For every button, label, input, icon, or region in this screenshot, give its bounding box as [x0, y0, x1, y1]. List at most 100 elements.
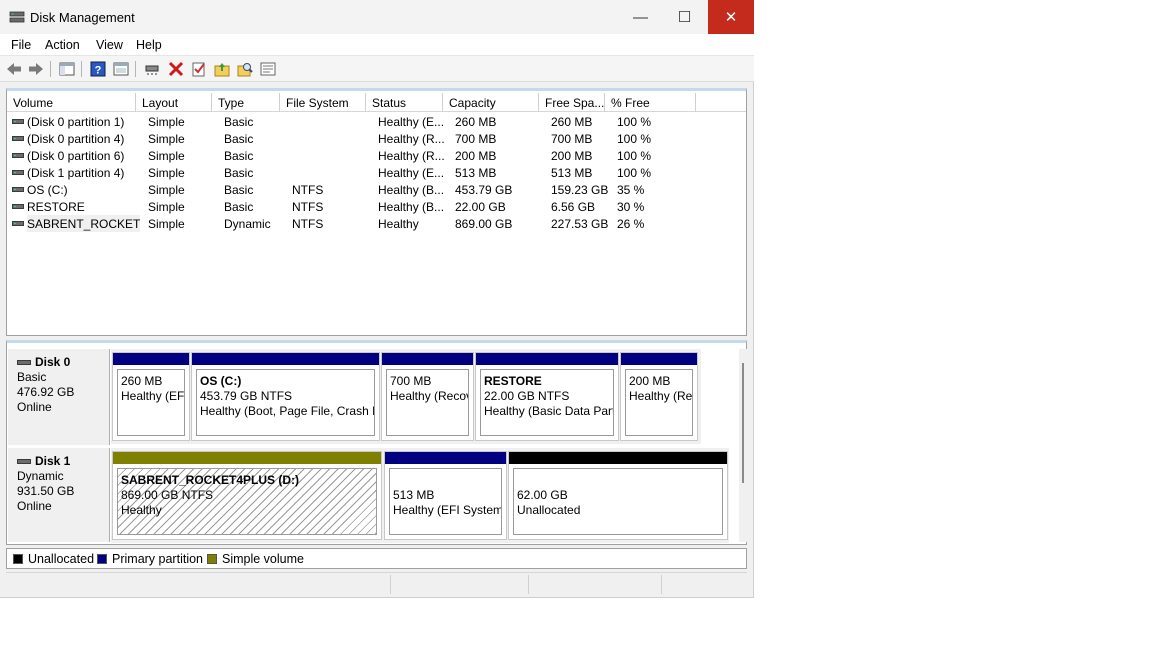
cell-capacity: 200 MB	[455, 149, 497, 163]
legend-swatch	[207, 554, 217, 564]
disk-1-partition-sabrent[interactable]: SABRENT_ROCKET4PLUS (D:) 869.00 GB NTFS …	[112, 451, 382, 540]
disk-0-partition-restore[interactable]: RESTORE 22.00 GB NTFS Healthy (Basic Dat…	[475, 352, 619, 441]
volume-row[interactable]: (Disk 1 partition 4) Simple Basic Healthy (…	[7, 164, 746, 181]
disk-0-partition-6[interactable]: 200 MB Healthy (Rec	[620, 352, 698, 441]
unallocated-band	[509, 452, 727, 464]
cell-layout: Simple	[148, 217, 185, 231]
primary-partition-band	[382, 353, 473, 365]
volume-row[interactable]: (Disk 0 partition 1) Simple Basic Healthy (…	[7, 113, 746, 130]
show-hide-console-tree-icon[interactable]	[58, 60, 76, 78]
svg-text:?: ?	[95, 65, 102, 77]
maximize-button[interactable]: ☐	[662, 0, 707, 34]
partition-size: 700 MB	[390, 374, 432, 388]
disk-1-unallocated[interactable]: 62.00 GB Unallocated	[508, 451, 728, 540]
volume-icon	[12, 204, 24, 209]
disk-0-partition-4[interactable]: 700 MB Healthy (Recov	[381, 352, 474, 441]
disk-1-name: Disk 1	[35, 454, 71, 468]
disk-0-partition-1[interactable]: 260 MB Healthy (EFI	[112, 352, 190, 441]
title-bar[interactable]: Disk Management — ☐ ✕	[0, 0, 754, 34]
connect-icon[interactable]	[143, 60, 161, 78]
volume-icon	[12, 187, 24, 192]
cell-layout: Simple	[148, 183, 185, 197]
primary-partition-band	[385, 452, 506, 464]
cell-layout: Simple	[148, 132, 185, 146]
partition-status: Healthy (Recov	[390, 389, 469, 403]
volume-row[interactable]: (Disk 0 partition 6) Simple Basic Healthy (…	[7, 147, 746, 164]
menu-file[interactable]: File	[11, 38, 31, 52]
cell-file-system: NTFS	[292, 183, 324, 197]
column-file-system[interactable]: File System	[280, 93, 366, 112]
forward-icon[interactable]	[27, 60, 45, 78]
cell-capacity: 22.00 GB	[455, 200, 506, 214]
partition-body: SABRENT_ROCKET4PLUS (D:) 869.00 GB NTFS …	[117, 468, 377, 535]
partition-status: Healthy	[121, 503, 162, 517]
disk-management-window: Disk Management — ☐ ✕ File Action View H…	[0, 0, 754, 598]
folder-up-icon[interactable]	[213, 60, 231, 78]
search-folder-icon[interactable]	[236, 60, 254, 78]
disk-1-label[interactable]: Disk 1 Dynamic 931.50 GB Online	[8, 448, 110, 542]
delete-icon[interactable]	[167, 60, 185, 78]
column-volume[interactable]: Volume	[7, 93, 136, 112]
volume-row[interactable]: SABRENT_ROCKET... Simple Dynamic NTFS Health…	[7, 215, 746, 232]
cell-type: Basic	[224, 166, 254, 180]
partition-size: 200 MB	[629, 374, 671, 388]
volume-row[interactable]: (Disk 0 partition 4) Simple Basic Healthy (…	[7, 130, 746, 147]
disk-1-partition-4[interactable]: 513 MB Healthy (EFI System	[384, 451, 507, 540]
disk-management-app-icon	[9, 11, 25, 23]
volume-row[interactable]: RESTORE Simple Basic NTFS Healthy (B... 22.00…	[7, 198, 746, 215]
minimize-button[interactable]: —	[618, 0, 663, 34]
cell-status: Healthy (E...	[378, 115, 445, 129]
cell-status: Healthy (R...	[378, 149, 445, 163]
partition-size: 62.00 GB	[517, 488, 568, 502]
column-capacity[interactable]: Capacity	[443, 93, 539, 112]
properties-icon[interactable]	[112, 60, 130, 78]
volume-list[interactable]: Volume Layout Type File System Status Ca…	[6, 88, 747, 336]
scrollbar-thumb[interactable]	[742, 363, 744, 483]
partition-title: SABRENT_ROCKET4PLUS (D:)	[121, 473, 300, 487]
settings-list-icon[interactable]	[259, 60, 277, 78]
cell-percent-free: 100 %	[617, 115, 652, 129]
status-divider	[390, 575, 391, 594]
checklist-icon[interactable]	[190, 60, 208, 78]
disk-icon	[17, 360, 31, 365]
disk-0-label[interactable]: Disk 0 Basic 476.92 GB Online	[8, 349, 110, 445]
column-free-space[interactable]: Free Spa...	[539, 93, 605, 112]
volume-row[interactable]: OS (C:) Simple Basic NTFS Healthy (B... 453.7…	[7, 181, 746, 198]
status-divider	[661, 575, 662, 594]
disk-1-state: Online	[17, 499, 52, 513]
menu-action[interactable]: Action	[45, 38, 80, 52]
cell-free-space: 200 MB	[551, 149, 593, 163]
volume-list-header: Volume Layout Type File System Status Ca…	[7, 93, 746, 112]
close-button[interactable]: ✕	[708, 0, 754, 34]
cell-volume: (Disk 0 partition 4)	[27, 132, 125, 146]
menu-view[interactable]: View	[96, 38, 123, 52]
cell-type: Basic	[224, 149, 254, 163]
cell-file-system	[292, 130, 370, 147]
partition-body: 62.00 GB Unallocated	[513, 468, 723, 535]
column-status[interactable]: Status	[366, 93, 443, 112]
back-icon[interactable]	[5, 60, 23, 78]
column-percent-free[interactable]: % Free	[605, 93, 696, 112]
volume-icon	[12, 170, 24, 175]
cell-capacity: 513 MB	[455, 166, 497, 180]
partition-status: Unallocated	[517, 503, 581, 517]
disk-map-scrollbar[interactable]	[739, 349, 747, 542]
cell-status: Healthy (E...	[378, 166, 445, 180]
disk-0-partition-os[interactable]: OS (C:) 453.79 GB NTFS Healthy (Boot, Pa…	[191, 352, 380, 441]
partition-size: 260 MB	[121, 374, 163, 388]
disk-0-size: 476.92 GB	[17, 385, 75, 399]
toolbar: ?	[0, 56, 754, 82]
partition-body: OS (C:) 453.79 GB NTFS Healthy (Boot, Pa…	[196, 369, 375, 436]
cell-percent-free: 100 %	[617, 132, 652, 146]
cell-percent-free: 30 %	[617, 200, 645, 214]
menu-help[interactable]: Help	[136, 38, 162, 52]
help-icon[interactable]: ?	[89, 60, 107, 78]
cell-layout: Simple	[148, 166, 185, 180]
column-type[interactable]: Type	[212, 93, 280, 112]
cell-volume: OS (C:)	[27, 183, 68, 197]
menu-bar: File Action View Help	[0, 34, 754, 56]
partition-size: 453.79 GB NTFS	[200, 389, 293, 403]
cell-capacity: 869.00 GB	[455, 217, 513, 231]
column-layout[interactable]: Layout	[136, 93, 212, 112]
disk-0-partitions: 260 MB Healthy (EFI OS (C:) 453.79 GB NT…	[111, 349, 701, 444]
